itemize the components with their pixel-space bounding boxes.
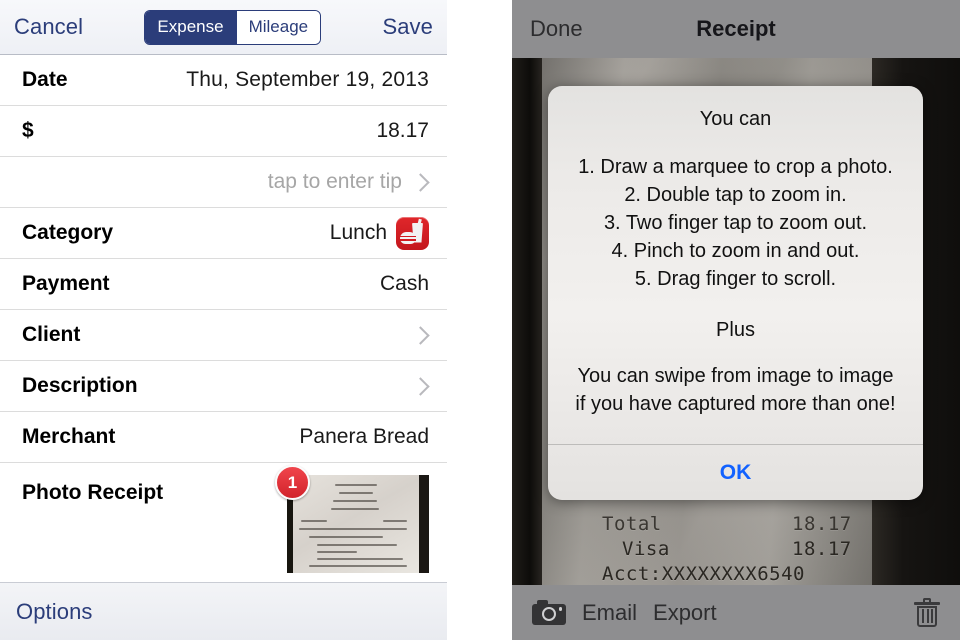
photo-dark-left-edge: [512, 58, 542, 585]
receipt-total-label: Total: [602, 513, 662, 535]
chevron-right-icon: [411, 172, 430, 192]
row-description-right: [402, 376, 430, 396]
row-tip-placeholder: tap to enter tip: [267, 170, 402, 193]
export-button[interactable]: Export: [653, 600, 717, 626]
row-payment-value: Cash: [379, 272, 429, 295]
expense-form-panel: Cancel Expense Mileage Save Date Thu, Se…: [0, 0, 447, 640]
alert-step-item: 1. Draw a marquee to crop a photo.: [578, 156, 893, 178]
alert-heading: You can: [699, 108, 772, 130]
row-amount-label: $: [22, 119, 34, 142]
row-category[interactable]: Category Lunch: [0, 208, 447, 259]
thumbnail-text-line: [317, 558, 403, 560]
row-category-value: Lunch: [329, 221, 387, 244]
row-category-right: Lunch: [329, 216, 429, 250]
row-tip[interactable]: tap to enter tip: [0, 157, 447, 208]
expense-bottom-toolbar: Options: [0, 582, 447, 640]
expense-mileage-segmented-control[interactable]: Expense Mileage: [144, 9, 322, 45]
photo-count-badge: 1: [275, 465, 310, 500]
expense-field-list: Date Thu, September 19, 2013 $ 18.17 tap…: [0, 55, 447, 576]
thumbnail-text-line: [335, 484, 377, 486]
thumbnail-text-line: [301, 520, 327, 522]
cancel-button[interactable]: Cancel: [14, 14, 83, 40]
photo-receipt-thumbnail-wrap[interactable]: 1: [275, 465, 429, 573]
row-category-label: Category: [22, 221, 114, 244]
receipt-nav-bar: Done Receipt: [512, 0, 960, 58]
receipt-visa-label: Visa: [622, 538, 670, 560]
alert-body: You can 1. Draw a marquee to crop a phot…: [548, 86, 923, 444]
save-button[interactable]: Save: [382, 14, 433, 40]
expense-nav-bar: Cancel Expense Mileage Save: [0, 0, 447, 55]
row-photo-receipt-label: Photo Receipt: [22, 481, 164, 504]
receipt-visa-value: 18.17: [792, 538, 852, 560]
thumbnail-text-line: [299, 528, 407, 530]
thumbnail-dark-right-edge: [419, 475, 429, 573]
alert-step-list: 1. Draw a marquee to crop a photo. 2. Do…: [562, 153, 909, 293]
trash-rib-shape: [922, 608, 924, 623]
alert-ok-button[interactable]: OK: [548, 445, 923, 500]
screenshot-root: Cancel Expense Mileage Save Date Thu, Se…: [0, 0, 960, 640]
trash-rib-shape: [931, 608, 933, 623]
camera-lens-shape: [542, 607, 556, 621]
row-date-label: Date: [22, 68, 68, 91]
alert-step-item: 3. Two finger tap to zoom out.: [603, 212, 868, 234]
receipt-viewer-panel: Done Receipt S C Total 18.17 Visa 18.17 …: [512, 0, 960, 640]
receipt-account-line: Acct:XXXXXXXX6540: [602, 563, 805, 585]
row-photo-receipt[interactable]: Photo Receipt 1: [0, 463, 447, 576]
row-merchant-value: Panera Bread: [299, 425, 429, 448]
alert-sub-heading: Plus: [716, 319, 755, 341]
alert-step-item: 5. Drag finger to scroll.: [634, 268, 837, 290]
options-button[interactable]: Options: [16, 599, 93, 625]
done-button[interactable]: Done: [530, 16, 583, 42]
row-merchant[interactable]: Merchant Panera Bread: [0, 412, 447, 463]
row-merchant-label: Merchant: [22, 425, 116, 448]
row-tip-right: tap to enter tip: [267, 170, 430, 194]
segment-expense[interactable]: Expense: [145, 10, 236, 44]
trash-icon[interactable]: [914, 597, 940, 628]
row-client-right: [402, 325, 430, 345]
row-date-right: Thu, September 19, 2013: [186, 68, 429, 92]
segment-mileage[interactable]: Mileage: [235, 10, 321, 44]
thumbnail-text-line: [317, 551, 357, 553]
alert-note-line-2: if you have captured more than one!: [575, 393, 896, 415]
trash-lid-shape: [914, 601, 940, 605]
row-date[interactable]: Date Thu, September 19, 2013: [0, 55, 447, 106]
row-description-label: Description: [22, 374, 138, 397]
row-description[interactable]: Description: [0, 361, 447, 412]
row-payment-label: Payment: [22, 272, 110, 295]
alert-step-item: 4. Pinch to zoom in and out.: [611, 240, 860, 262]
thumbnail-text-line: [339, 492, 373, 494]
row-amount[interactable]: $ 18.17: [0, 106, 447, 157]
row-amount-right: 18.17: [376, 119, 429, 143]
row-merchant-right: Panera Bread: [299, 425, 429, 449]
row-amount-value: 18.17: [376, 119, 429, 142]
alert-step-item: 2. Double tap to zoom in.: [624, 184, 847, 206]
alert-note-line-1: You can swipe from image to image: [577, 365, 894, 387]
receipt-total-value: 18.17: [792, 513, 852, 535]
trash-rib-shape: [926, 608, 929, 623]
email-button[interactable]: Email: [582, 600, 637, 626]
thumbnail-text-line: [317, 544, 397, 546]
chevron-right-icon: [411, 376, 430, 396]
row-date-value: Thu, September 19, 2013: [186, 68, 429, 91]
instructions-alert-dialog: You can 1. Draw a marquee to crop a phot…: [548, 86, 923, 500]
thumbnail-text-line: [331, 508, 379, 510]
burger-shape: [400, 231, 416, 244]
camera-flash-shape: [558, 607, 562, 611]
row-payment[interactable]: Payment Cash: [0, 259, 447, 310]
row-client-label: Client: [22, 323, 81, 346]
thumbnail-text-line: [309, 565, 407, 567]
camera-icon[interactable]: [532, 600, 566, 625]
receipt-photo-area[interactable]: S C Total 18.17 Visa 18.17 Acct:XXXXXXXX…: [512, 58, 960, 585]
lunch-category-icon: [396, 216, 429, 250]
row-client[interactable]: Client: [0, 310, 447, 361]
thumbnail-text-line: [309, 536, 383, 538]
receipt-bottom-toolbar: Email Export: [512, 585, 960, 640]
thumbnail-text-line: [333, 500, 377, 502]
thumbnail-text-line: [383, 520, 407, 522]
chevron-right-icon: [411, 325, 430, 345]
row-payment-right: Cash: [380, 272, 429, 296]
